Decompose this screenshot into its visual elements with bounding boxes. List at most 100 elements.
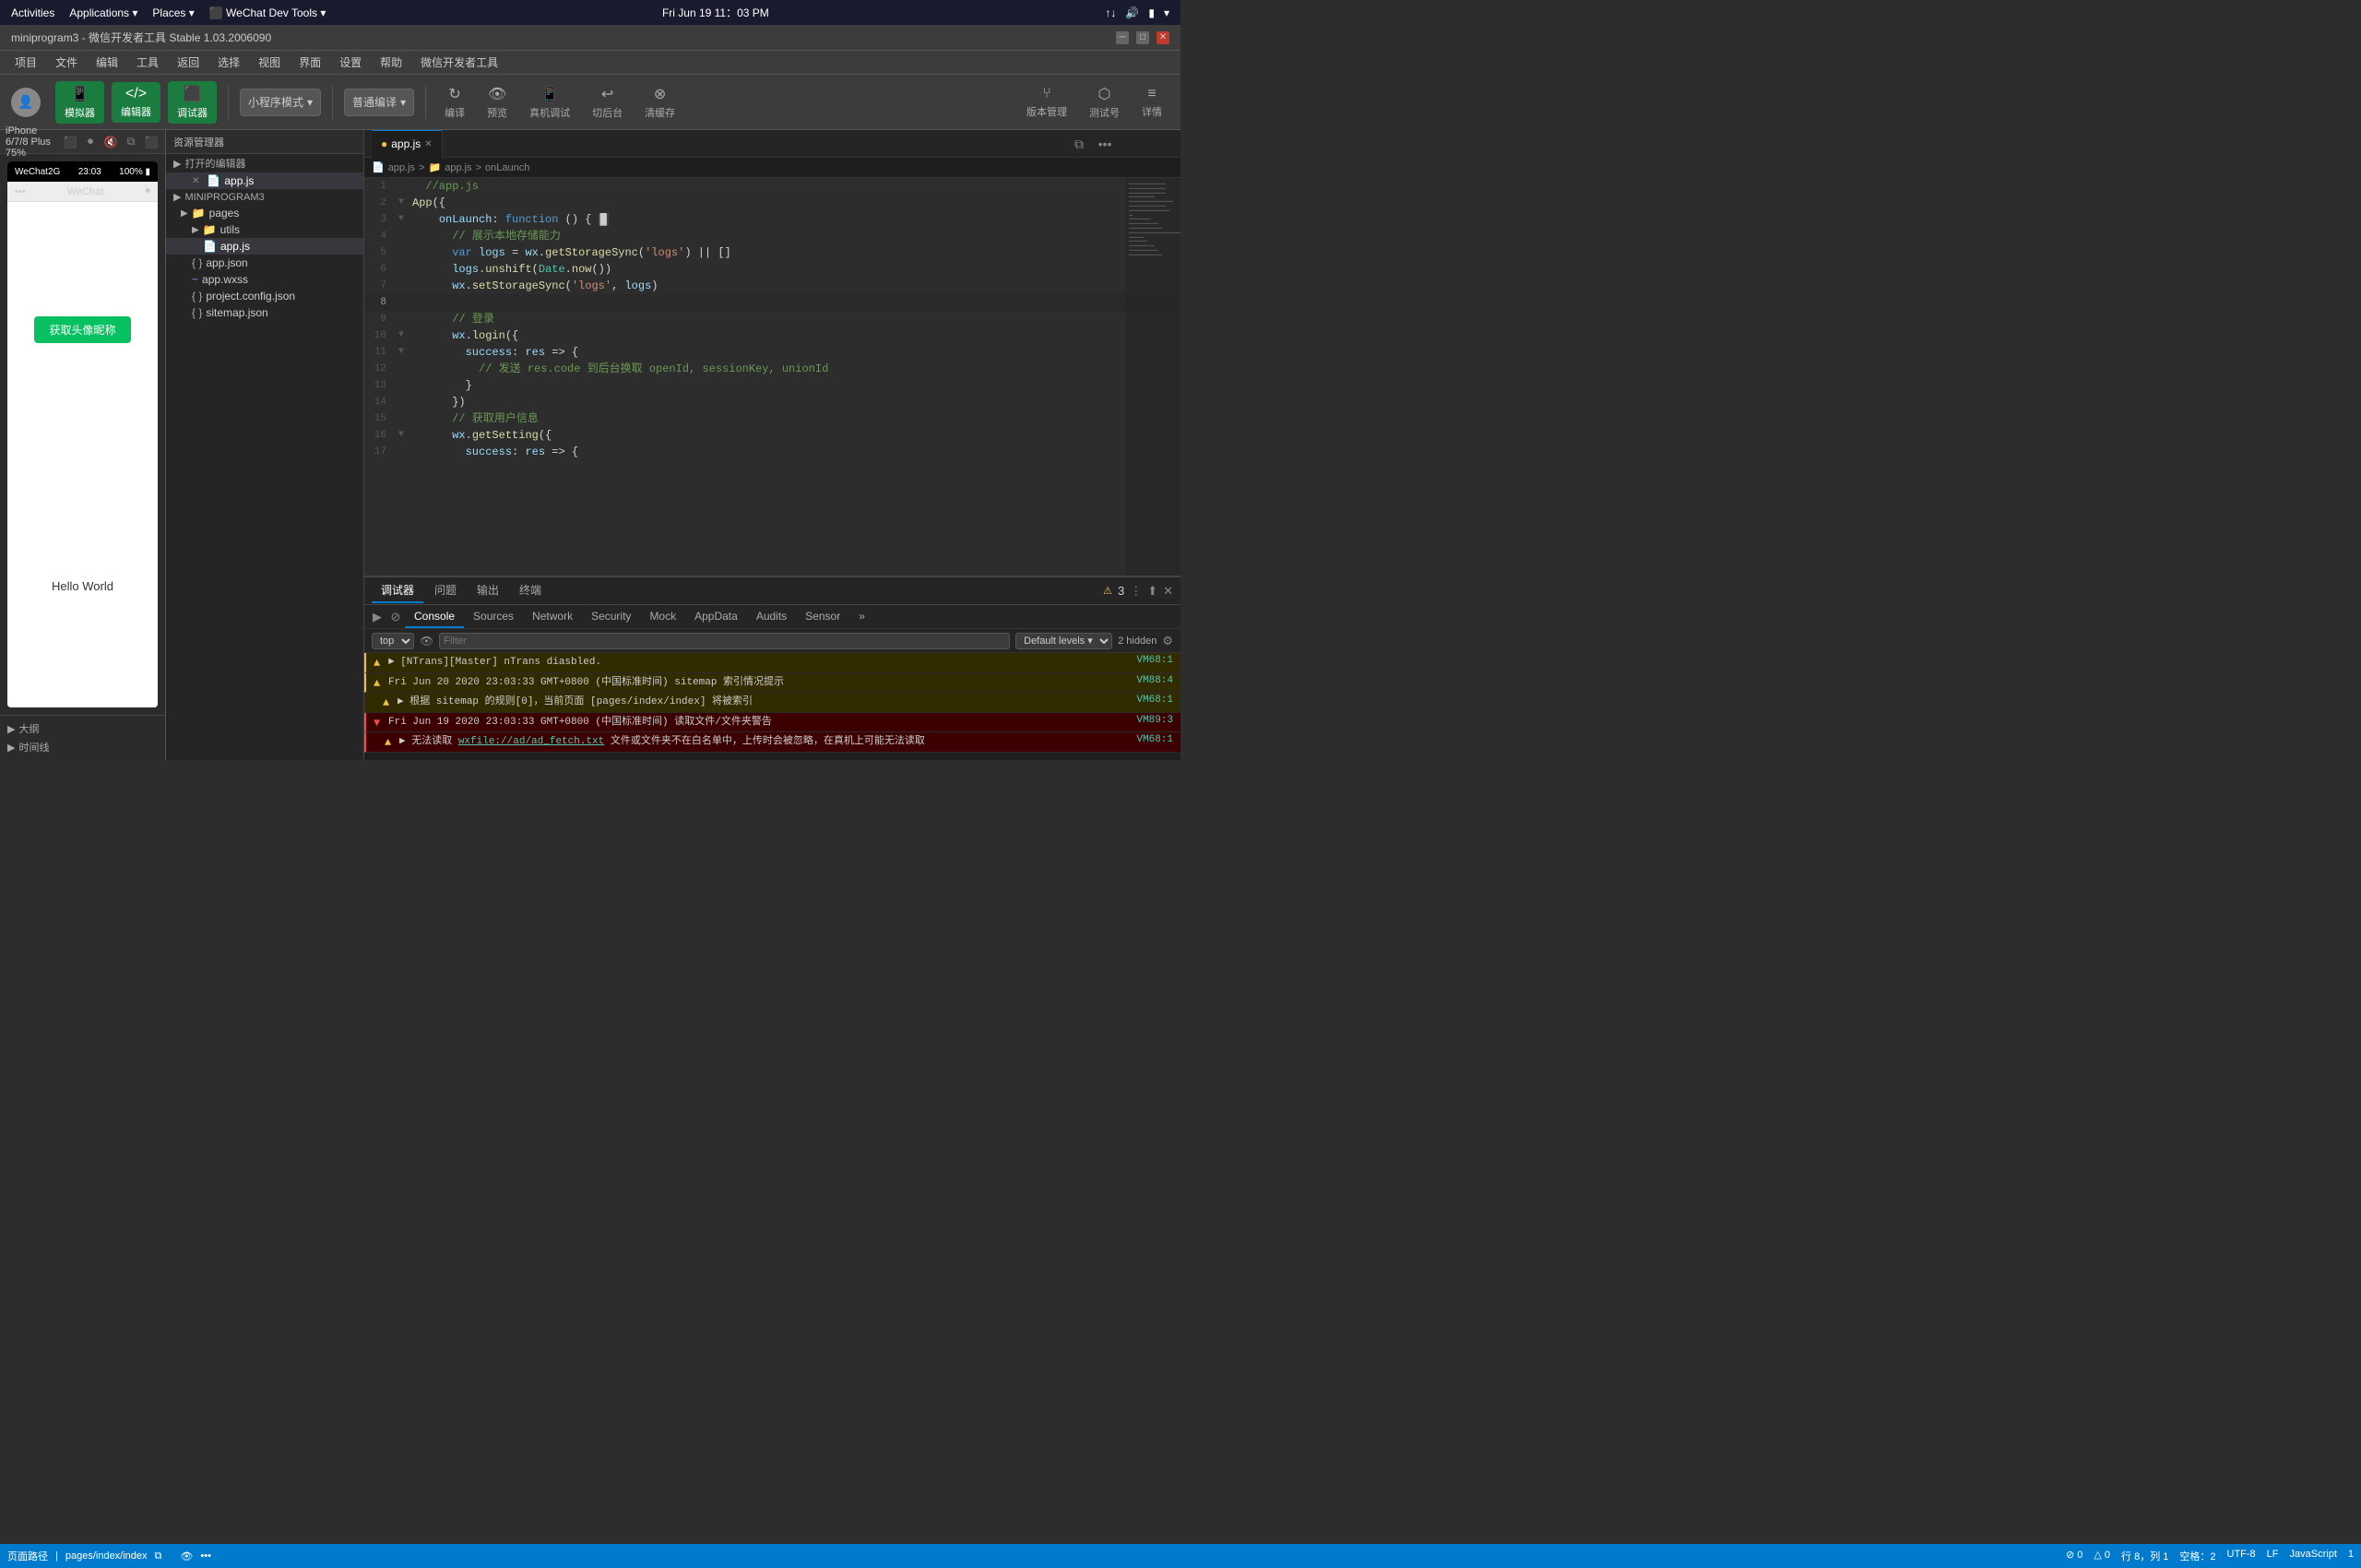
filter-input[interactable] [439,633,1010,649]
sim-audio-btn[interactable]: 🔇 [102,134,119,150]
console-run-btn[interactable]: ▶ [368,608,386,626]
context-select[interactable]: top [372,633,414,649]
msg-source-3-sub[interactable]: VM68:1 [1118,734,1173,745]
debug-tab-issues[interactable]: 问题 [425,578,466,603]
sim-record-btn[interactable]: ⏺ [82,134,99,150]
activities-label[interactable]: Activities [11,6,54,19]
status-more-icon[interactable]: ••• [200,1550,211,1562]
console-cursor[interactable]: > [364,753,1180,761]
fold-16[interactable]: ▼ [394,427,409,444]
copy-path-icon[interactable]: ⧉ [155,1550,162,1562]
console-tab-sources[interactable]: Sources [464,606,523,628]
menu-project[interactable]: 项目 [7,53,44,72]
places-menu[interactable]: Places ▾ [152,6,194,19]
sim-avatar-btn[interactable]: 获取头像昵称 [34,316,130,343]
console-ban-btn[interactable]: ⊘ [386,608,405,626]
language-mode[interactable]: JavaScript [2290,1549,2337,1563]
fold-2[interactable]: ▼ [394,195,409,211]
applications-menu[interactable]: Applications ▾ [69,6,137,19]
tree-item-pages[interactable]: ▶ 📁 pages [166,205,363,221]
device-select[interactable]: iPhone 6/7/8 Plus 75% [6,125,58,159]
menu-tools[interactable]: 工具 [129,53,166,72]
debug-more-icon[interactable]: ⋮ [1130,584,1142,599]
console-settings-icon[interactable]: ⚙ [1162,634,1173,648]
open-editors-header[interactable]: ▶ 打开的编辑器 [166,154,363,172]
console-tab-more[interactable]: » [849,606,874,628]
clear-cache-button[interactable]: ⊗ 清缓存 [637,81,682,124]
debug-expand-icon[interactable]: ⬆ [1147,584,1157,599]
status-eye-icon[interactable]: 👁 [180,1550,193,1562]
app-menu[interactable]: ⬛ WeChat Dev Tools ▾ [209,6,326,19]
menu-settings[interactable]: 设置 [332,53,369,72]
minimize-button[interactable]: ─ [1116,31,1129,44]
debug-tab-debugger[interactable]: 调试器 [372,578,423,603]
sim-layout-btn[interactable]: ⬛ [143,134,160,150]
menu-file[interactable]: 文件 [48,53,85,72]
maximize-button[interactable]: □ [1136,31,1149,44]
levels-select[interactable]: Default levels ▾ [1015,633,1112,649]
compile-button[interactable]: ↻ 编译 [437,81,472,124]
fold-3[interactable]: ▼ [394,211,409,228]
compile-dropdown[interactable]: 普通编译 ▾ [344,89,414,116]
fold-11[interactable]: ▼ [394,344,409,361]
console-tab-audits[interactable]: Audits [747,606,796,628]
tree-item-sitemap[interactable]: { } sitemap.json [166,304,363,321]
test-id-button[interactable]: ⬡ 测试号 [1082,81,1127,124]
msg-source-2[interactable]: VM88:4 [1118,675,1173,686]
debugger-button[interactable]: ⬛ 调试器 [168,81,217,124]
console-tab-security[interactable]: Security [582,606,640,628]
msg-text-2-sub: ▶ 根据 sitemap 的规则[0]，当前页面 [pages/index/in… [397,695,1114,710]
msg-source-1[interactable]: VM68:1 [1118,655,1173,666]
eye-icon[interactable]: 👁 [420,635,433,647]
fold-10[interactable]: ▼ [394,327,409,344]
console-tab-appdata[interactable]: AppData [685,606,747,628]
debug-tab-terminal[interactable]: 终端 [510,578,551,603]
debug-tab-output[interactable]: 输出 [468,578,508,603]
preview-button[interactable]: 👁 预览 [480,81,515,124]
msg-source-3[interactable]: VM89:3 [1118,715,1173,726]
console-tab-mock[interactable]: Mock [640,606,685,628]
menu-interface[interactable]: 界面 [291,53,328,72]
split-editor-icon[interactable]: ⧉ [1068,133,1090,155]
tree-item-utils[interactable]: ▶ 📁 utils [166,221,363,238]
tree-item-appjson[interactable]: { } app.json [166,255,363,271]
menu-help[interactable]: 帮助 [373,53,409,72]
menu-wechat[interactable]: 微信开发者工具 [413,53,505,72]
tab-close-icon[interactable]: ✕ [424,139,432,149]
close-file-icon[interactable]: ✕ [192,176,199,186]
tree-item-appwxss[interactable]: ~ app.wxss [166,271,363,288]
timeline-header[interactable]: ▶ 时间线 [7,738,158,756]
sim-controls: ⬛ ⏺ 🔇 ⧉ ⬛ [62,134,160,150]
background-button[interactable]: ↩ 切后台 [585,81,630,124]
code-area[interactable]: ▬▬▬▬▬▬▬▬▬▬▬▬▬▬▬▬▬▬▬▬▬▬▬▬▬▬▬▬▬▬▬▬▬▬▬▬▬▬▬▬… [364,178,1180,576]
simulator-button[interactable]: 📱 模拟器 [55,81,104,124]
console-subtabs: ▶ ⊘ Console Sources Network Security Moc… [364,605,1180,629]
console-tab-console[interactable]: Console [405,606,464,628]
tab-appjs[interactable]: ● app.js ✕ [372,130,443,158]
close-button[interactable]: ✕ [1157,31,1169,44]
tree-item-appjs[interactable]: 📄 app.js [166,238,363,255]
menu-view[interactable]: 视图 [251,53,288,72]
mode-dropdown[interactable]: 小程序模式 ▾ [240,89,321,116]
sim-copy-btn[interactable]: ⧉ [123,134,139,150]
line-num-13: 13 [364,377,394,394]
debug-close-icon[interactable]: ✕ [1163,584,1173,599]
version-mgmt-button[interactable]: ⑂ 版本管理 [1019,82,1074,123]
outline-header[interactable]: ▶ 大纲 [7,719,158,738]
sim-rotate-btn[interactable]: ⬛ [62,134,78,150]
menu-edit[interactable]: 编辑 [89,53,125,72]
details-button[interactable]: ≡ 详情 [1134,82,1169,123]
minimap-content: ▬▬▬▬▬▬▬▬▬▬▬▬▬▬▬▬▬▬▬▬▬▬▬▬▬▬▬▬▬▬▬▬▬▬▬▬▬▬▬▬… [1125,178,1180,261]
msg-source-2-sub[interactable]: VM68:1 [1118,695,1173,706]
console-tab-network[interactable]: Network [523,606,582,628]
breadcrumb-folder-icon: 📁 [429,161,442,173]
real-debug-button[interactable]: 📱 真机调试 [522,81,577,124]
menu-go[interactable]: 返回 [170,53,207,72]
more-options-icon[interactable]: ••• [1094,133,1116,155]
menu-select[interactable]: 选择 [210,53,247,72]
editor-button[interactable]: </> 编辑器 [112,82,160,123]
console-tab-sensor[interactable]: Sensor [796,606,849,628]
open-file-appjs[interactable]: ✕ 📄 app.js [166,172,363,189]
tree-item-projectconfig[interactable]: { } project.config.json [166,288,363,304]
project-header[interactable]: ▶ MINIPROGRAM3 [166,189,363,205]
